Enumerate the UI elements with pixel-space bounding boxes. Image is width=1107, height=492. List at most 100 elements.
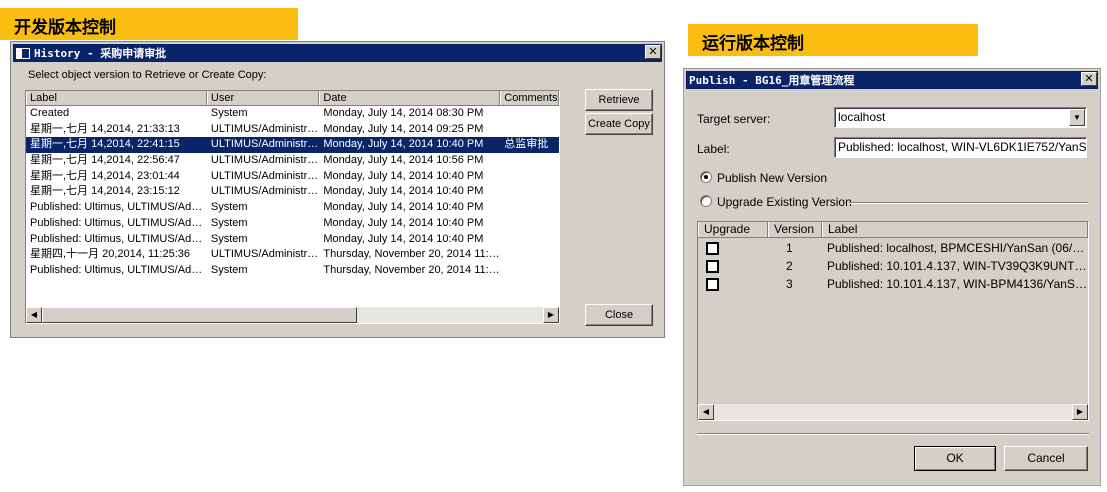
cell-comment (500, 184, 559, 200)
create-copy-button[interactable]: Create Copy (585, 113, 653, 135)
cell-label: Published: Ultimus, ULTIMUS/Administ... (30, 216, 207, 229)
upgrade-cell (698, 239, 768, 257)
cell-comment (500, 153, 559, 169)
cell-label: Created (30, 107, 70, 119)
cell-label: 星期一,七月 14,2014, 23:15:12 (30, 185, 180, 198)
cell-user: ULTIMUS/Administrator (210, 248, 320, 261)
column-header-label[interactable]: Label (26, 91, 207, 105)
cell-comment (500, 169, 559, 185)
column-header-label[interactable]: Label (822, 222, 1088, 237)
version-number: 2 (786, 259, 793, 273)
scroll-right-icon[interactable]: ▶ (543, 307, 559, 323)
footer-divider (697, 433, 1089, 435)
list-item[interactable]: 3 Published: 10.101.4.137, WIN-BPM4136/Ya… (698, 275, 1088, 293)
target-server-label: Target server: (697, 112, 771, 126)
existing-versions-list[interactable]: Upgrade Version Label 1 Published: localh… (697, 221, 1089, 421)
table-row[interactable]: 星期一,七月 14,2014, 22:41:15 ULTIMUS/Administ… (26, 137, 559, 154)
close-button[interactable]: Close (585, 304, 653, 326)
list-item[interactable]: 1 Published: localhost, BPMCESHI/YanSan (… (698, 239, 1088, 257)
table-row[interactable]: 星期一,七月 14,2014, 23:01:44 ULTIMUS/Administ… (26, 169, 559, 185)
dev-version-control-banner: 开发版本控制 (0, 8, 298, 40)
upgrade-existing-label[interactable]: Upgrade Existing Version (717, 195, 852, 209)
instruction-text: Select object version to Retrieve or Cre… (28, 69, 267, 81)
cell-date: Monday, July 14, 2014 09:25 PM (323, 122, 484, 135)
scroll-left-icon[interactable]: ◀ (26, 307, 42, 323)
upgrade-checkbox[interactable] (706, 260, 719, 273)
version-number: 3 (786, 277, 793, 291)
upgrade-checkbox[interactable] (706, 278, 719, 291)
cell-label: 星期四,十一月 20,2014, 11:25:36 (30, 248, 190, 261)
version-label: Published: localhost, BPMCESHI/YanSan (0… (827, 241, 1088, 255)
cell-user: ULTIMUS/Administrator (210, 122, 320, 135)
cell-comment: 总监审批 (504, 138, 549, 151)
column-header-version[interactable]: Version (768, 222, 822, 237)
cell-comment (500, 216, 559, 232)
chevron-down-icon[interactable]: ▼ (1069, 109, 1085, 126)
retrieve-button[interactable]: Retrieve (585, 89, 653, 111)
publish-new-label[interactable]: Publish New Version (717, 171, 827, 185)
upgrade-cell (698, 275, 768, 293)
column-header-user[interactable]: User (206, 91, 320, 105)
column-header-upgrade[interactable]: Upgrade (698, 222, 768, 237)
horizontal-scrollbar[interactable]: ◀ ▶ (698, 404, 1088, 420)
scroll-thumb[interactable] (42, 307, 357, 323)
cell-user: System (210, 201, 248, 214)
table-row[interactable]: Published: Ultimus, ULTIMUS/Administ...S… (26, 216, 559, 232)
label-field-label: Label: (697, 142, 730, 156)
close-icon[interactable]: ✕ (645, 45, 661, 59)
upgrade-cell (698, 257, 768, 275)
table-row[interactable]: 星期一,七月 14,2014, 21:33:13 ULTIMUS/Administ… (26, 122, 559, 138)
label-input[interactable]: Published: localhost, WIN-VL6DK1IE752/Ya… (834, 137, 1087, 158)
versions-body: 1 Published: localhost, BPMCESHI/YanSan (… (698, 238, 1088, 293)
table-row[interactable]: Created System Monday, July 14, 2014 08:30… (26, 106, 559, 122)
table-row[interactable]: Published: Ultimus, ULTIMUS/Administ...S… (26, 263, 559, 279)
history-titlebar[interactable]: History - 采购申请审批 ✕ (13, 44, 662, 62)
publish-new-radio[interactable] (700, 171, 712, 183)
cell-date: Monday, July 14, 2014 10:40 PM (323, 201, 484, 214)
version-history-list[interactable]: Label User Date Comments Created System Mo… (25, 90, 560, 324)
cancel-button[interactable]: Cancel (1004, 446, 1088, 471)
column-header-comments[interactable]: Comments (500, 91, 559, 105)
scroll-track[interactable] (714, 404, 1072, 420)
scroll-track[interactable] (357, 307, 543, 323)
table-row[interactable]: 星期四,十一月 20,2014, 11:25:36 ULTIMUS/Adminis… (26, 247, 559, 263)
publish-titlebar[interactable]: Publish - BG16_用章管理流程 ✕ (686, 71, 1098, 89)
table-row[interactable]: Published: Ultimus, ULTIMUS/Administ...S… (26, 232, 559, 248)
table-row[interactable]: 星期一,七月 14,2014, 22:56:47 ULTIMUS/Administ… (26, 153, 559, 169)
history-dialog: History - 采购申请审批 ✕ Select object version… (10, 41, 665, 338)
cell-user: System (210, 263, 248, 276)
upgrade-checkbox[interactable] (706, 242, 719, 255)
target-server-select[interactable]: localhost ▼ (834, 107, 1087, 128)
upgrade-existing-radio[interactable] (700, 195, 712, 207)
cell-comment (500, 122, 559, 138)
ok-button[interactable]: OK (914, 446, 996, 471)
window-icon (16, 47, 30, 59)
scroll-left-icon[interactable]: ◀ (698, 404, 714, 420)
version-label: Published: 10.101.4.137, WIN-TV39Q3K9UNT… (827, 259, 1088, 273)
table-row[interactable]: 星期一,七月 14,2014, 23:15:12 ULTIMUS/Administ… (26, 184, 559, 200)
horizontal-scrollbar[interactable]: ◀ ▶ (26, 307, 559, 323)
column-header-date[interactable]: Date (319, 91, 501, 105)
cell-date: Monday, July 14, 2014 10:40 PM (323, 169, 484, 182)
versions-header: Upgrade Version Label (698, 222, 1088, 238)
publish-dialog: Publish - BG16_用章管理流程 ✕ Target server: l… (683, 68, 1101, 486)
cell-label: Published: Ultimus, ULTIMUS/Administ... (30, 201, 207, 214)
table-row[interactable]: Published: Ultimus, ULTIMUS/Administ...S… (26, 200, 559, 216)
cell-label: 星期一,七月 14,2014, 22:41:15 (30, 138, 180, 151)
history-title: History - 采购申请审批 (34, 47, 167, 60)
cell-label: 星期一,七月 14,2014, 21:33:13 (30, 122, 180, 135)
cell-user: System (210, 232, 248, 245)
version-label: Published: 10.101.4.137, WIN-BPM4136/Yan… (827, 277, 1088, 291)
cell-user: ULTIMUS/Administrator (210, 185, 320, 198)
cell-user: ULTIMUS/Administrator (210, 138, 320, 151)
cell-label: Published: Ultimus, ULTIMUS/Administ... (30, 263, 207, 276)
scroll-right-icon[interactable]: ▶ (1072, 404, 1088, 420)
cell-label: 星期一,七月 14,2014, 22:56:47 (30, 154, 180, 167)
target-server-value: localhost (838, 110, 886, 124)
close-icon[interactable]: ✕ (1081, 72, 1097, 86)
list-item[interactable]: 2 Published: 10.101.4.137, WIN-TV39Q3K9UN… (698, 257, 1088, 275)
cell-date: Monday, July 14, 2014 10:40 PM (323, 185, 484, 198)
cell-comment (500, 106, 559, 122)
cell-date: Monday, July 14, 2014 10:56 PM (323, 154, 484, 167)
list-body: Created System Monday, July 14, 2014 08:30… (26, 106, 559, 279)
